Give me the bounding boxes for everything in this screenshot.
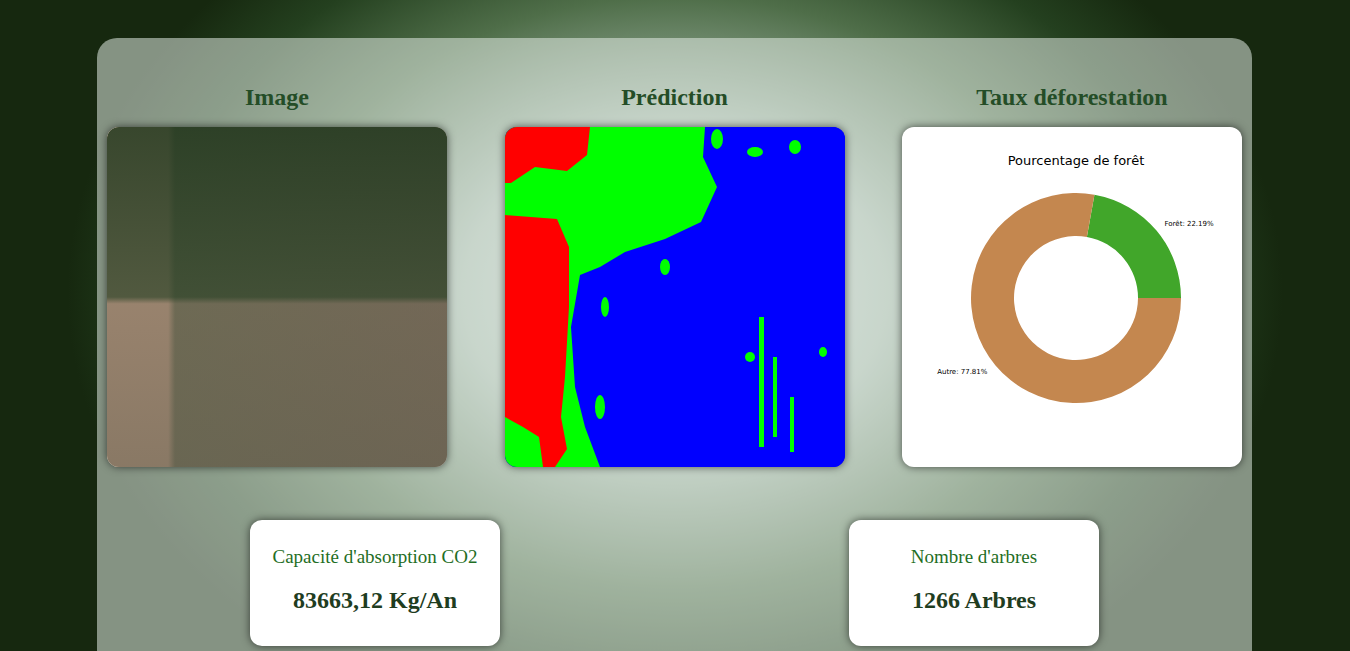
prediction-map	[505, 127, 845, 467]
chart-slice: Autre: 77.81%	[937, 193, 1181, 403]
stat-label: Capacité d'absorption CO2	[273, 546, 478, 568]
page: Image Prédiction Taux déforestation Pourcen…	[0, 0, 1350, 651]
column-heading: Prédiction	[621, 83, 728, 111]
stat-card: Capacité d'absorption CO2 83663,12 Kg/An	[250, 520, 500, 646]
slice-label: Autre: 77.81%	[937, 368, 988, 376]
stat-value: 1266 Arbres	[912, 586, 1036, 614]
chart-slice: Forêt: 22.19%	[1087, 195, 1214, 298]
satellite-image	[107, 127, 447, 467]
slice-arc	[971, 193, 1181, 403]
prediction-card	[505, 127, 845, 467]
slice-arc	[1087, 195, 1181, 298]
column-heading: Image	[245, 83, 309, 111]
results-row: Image Prédiction Taux déforestation Pourcen…	[107, 83, 1242, 467]
slice-label: Forêt: 22.19%	[1165, 220, 1214, 228]
results-panel: Image Prédiction Taux déforestation Pourcen…	[97, 38, 1252, 651]
forest-donut-chart: Pourcentage de forêt Forêt: 22.19% Autre: …	[902, 127, 1242, 467]
deforestation-column: Taux déforestation Pourcentage de forêt Fo…	[902, 83, 1242, 467]
image-column: Image	[107, 83, 447, 467]
stat-card: Nombre d'arbres 1266 Arbres	[849, 520, 1099, 646]
stat-value: 83663,12 Kg/An	[293, 586, 457, 614]
prediction-column: Prédiction	[505, 83, 845, 467]
stats-row: Capacité d'absorption CO2 83663,12 Kg/An N…	[107, 520, 1242, 646]
image-card	[107, 127, 447, 467]
stat-label: Nombre d'arbres	[911, 546, 1037, 568]
chart-title: Pourcentage de forêt	[1008, 153, 1145, 168]
column-heading: Taux déforestation	[976, 83, 1167, 111]
chart-card: Pourcentage de forêt Forêt: 22.19% Autre: …	[902, 127, 1242, 467]
